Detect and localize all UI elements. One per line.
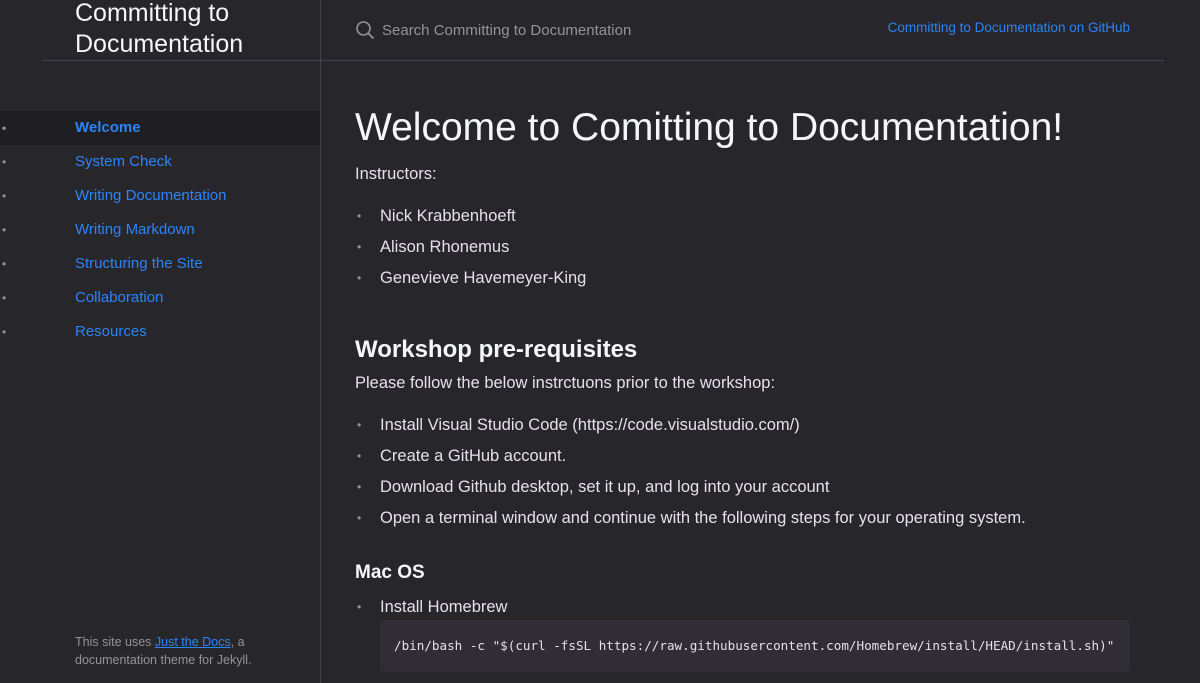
just-the-docs-link[interactable]: Just the Docs	[155, 635, 231, 649]
search-bar[interactable]	[355, 17, 775, 43]
site-title[interactable]: Committing to Documentation	[75, 0, 315, 60]
header-divider	[42, 60, 1164, 61]
list-item: Download Github desktop, set it up, and …	[355, 475, 1155, 506]
github-link[interactable]: Committing to Documentation on GitHub	[888, 20, 1130, 35]
sidebar-item-writing-documentation[interactable]: Writing Documentation	[0, 179, 320, 213]
main-content: Welcome to Comitting to Documentation! I…	[355, 105, 1155, 672]
page: Committing to Documentation Welcome Syst…	[0, 0, 1200, 683]
prereq-list: Install Visual Studio Code (https://code…	[355, 413, 1155, 537]
list-item: Nick Krabbenhoeft	[355, 204, 1155, 235]
list-item: Alison Rhonemus	[355, 235, 1155, 266]
sidebar-nav: Welcome System Check Writing Documentati…	[0, 111, 320, 349]
list-item: Open a terminal window and continue with…	[355, 506, 1155, 537]
footer-prefix: This site uses	[75, 635, 155, 649]
sidebar-footer: This site uses Just the Docs, a document…	[75, 633, 305, 669]
sidebar-item-system-check[interactable]: System Check	[0, 145, 320, 179]
sidebar-item-collaboration[interactable]: Collaboration	[0, 281, 320, 315]
search-icon	[355, 20, 375, 40]
prereq-intro: Please follow the below instrctuons prio…	[355, 374, 776, 392]
page-title: Welcome to Comitting to Documentation!	[355, 106, 1064, 149]
sidebar-item-writing-markdown[interactable]: Writing Markdown	[0, 213, 320, 247]
list-item: Install Visual Studio Code (https://code…	[355, 413, 1155, 444]
sidebar: Committing to Documentation Welcome Syst…	[0, 0, 321, 683]
sidebar-item-welcome[interactable]: Welcome	[0, 111, 320, 145]
sidebar-item-structuring-the-site[interactable]: Structuring the Site	[0, 247, 320, 281]
prereq-heading: Workshop pre-requisites	[355, 336, 638, 363]
list-item: Genevieve Havemeyer-King	[355, 266, 1155, 297]
instructors-list: Nick Krabbenhoeft Alison Rhonemus Genevi…	[355, 204, 1155, 297]
list-item: Create a GitHub account.	[355, 444, 1155, 475]
instructors-label: Instructors:	[355, 165, 437, 183]
search-input[interactable]	[380, 20, 764, 40]
mac-os-heading: Mac OS	[355, 562, 425, 583]
sidebar-item-resources[interactable]: Resources	[0, 315, 320, 349]
code-block[interactable]: /bin/bash -c "$(curl -fsSL https://raw.g…	[380, 620, 1130, 672]
